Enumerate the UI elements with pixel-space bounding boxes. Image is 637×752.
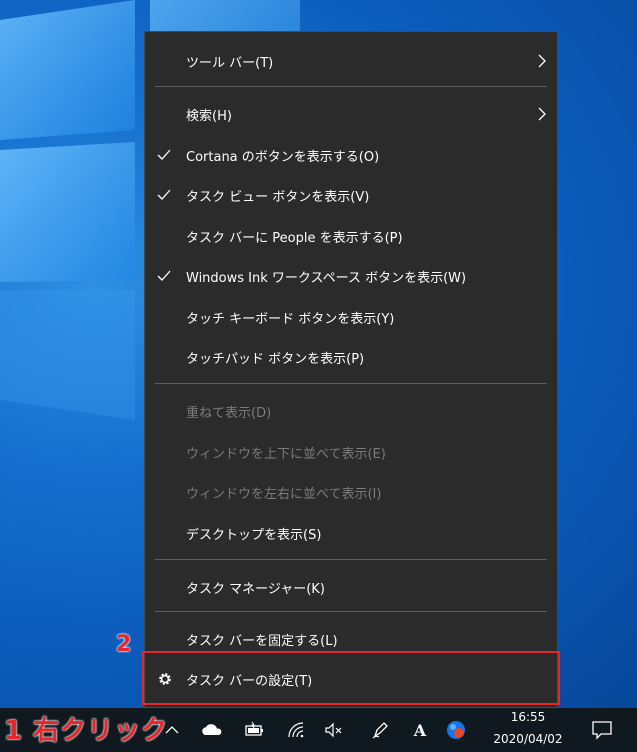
menu-item-show-touchpad[interactable]: タッチパッド ボタンを表示(P) (145, 340, 557, 374)
menu-item-label: Windows Ink ワークスペース ボタンを表示(W) (186, 270, 467, 286)
menu-item-label: Cortana のボタンを表示する(O) (186, 149, 380, 165)
menu-item-label: タスク マネージャー(K) (186, 581, 325, 597)
annotation-step-1-right-click: 1 右クリック (4, 716, 169, 746)
battery-icon[interactable] (243, 720, 265, 740)
ime-a-icon[interactable]: A (410, 720, 430, 740)
menu-separator (155, 86, 547, 87)
menu-item-label: デスクトップを表示(S) (186, 527, 322, 543)
menu-item-label: タッチ キーボード ボタンを表示(Y) (186, 311, 395, 327)
menu-separator (155, 383, 547, 384)
action-center-icon[interactable] (591, 719, 613, 741)
checkmark-icon (157, 270, 171, 281)
onedrive-cloud-icon[interactable] (200, 720, 224, 740)
menu-item-show-people[interactable]: タスク バーに People を表示する(P) (145, 219, 557, 253)
menu-item-label: タスク ビュー ボタンを表示(V) (186, 189, 370, 205)
edge-icon[interactable] (445, 719, 467, 741)
taskbar[interactable]: 1 右クリック A 16:55 2020/04/02 (0, 708, 637, 752)
menu-item-label: 検索(H) (186, 108, 232, 124)
wifi-icon[interactable] (286, 720, 306, 740)
chevron-right-icon (538, 107, 546, 121)
annotation-step-2: 2 (116, 632, 132, 657)
menu-item-label: ツール バー(T) (186, 55, 274, 71)
menu-item-label: 重ねて表示(D) (186, 405, 272, 421)
menu-separator (155, 559, 547, 560)
menu-item-side-by-side: ウィンドウを左右に並べて表示(I) (145, 475, 557, 509)
checkmark-icon (157, 189, 171, 200)
menu-item-task-manager[interactable]: タスク マネージャー(K) (145, 570, 557, 604)
highlight-box-taskbar-settings (142, 651, 560, 705)
speaker-muted-icon[interactable] (323, 720, 343, 740)
menu-separator (155, 611, 547, 612)
menu-item-show-desktop[interactable]: デスクトップを表示(S) (145, 516, 557, 550)
menu-item-show-cortana[interactable]: Cortana のボタンを表示する(O) (145, 138, 557, 172)
menu-item-search[interactable]: 検索(H) (145, 97, 557, 131)
svg-text:A: A (413, 721, 427, 740)
clock-time[interactable]: 16:55 (483, 710, 573, 724)
menu-item-label: ウィンドウを左右に並べて表示(I) (186, 486, 382, 502)
chevron-up-icon[interactable] (162, 720, 182, 740)
menu-item-show-task-view[interactable]: タスク ビュー ボタンを表示(V) (145, 178, 557, 212)
taskbar-context-menu: ツール バー(T) 検索(H) Cortana のボタンを表示する(O) タスク… (144, 31, 558, 708)
menu-item-label: ウィンドウを上下に並べて表示(E) (186, 446, 386, 462)
menu-item-show-windows-ink[interactable]: Windows Ink ワークスペース ボタンを表示(W) (145, 259, 557, 293)
menu-item-label: タスク バーを固定する(L) (186, 633, 338, 649)
chevron-right-icon (538, 54, 546, 68)
menu-item-toolbars[interactable]: ツール バー(T) (145, 44, 557, 78)
checkmark-icon (157, 149, 171, 160)
menu-item-stack: ウィンドウを上下に並べて表示(E) (145, 435, 557, 469)
menu-item-show-touch-keyboard[interactable]: タッチ キーボード ボタンを表示(Y) (145, 300, 557, 334)
pen-icon[interactable] (370, 720, 390, 740)
menu-item-cascade: 重ねて表示(D) (145, 394, 557, 428)
clock-date[interactable]: 2020/04/02 (483, 732, 573, 746)
menu-item-label: タッチパッド ボタンを表示(P) (186, 351, 365, 367)
menu-item-label: タスク バーに People を表示する(P) (186, 230, 403, 246)
